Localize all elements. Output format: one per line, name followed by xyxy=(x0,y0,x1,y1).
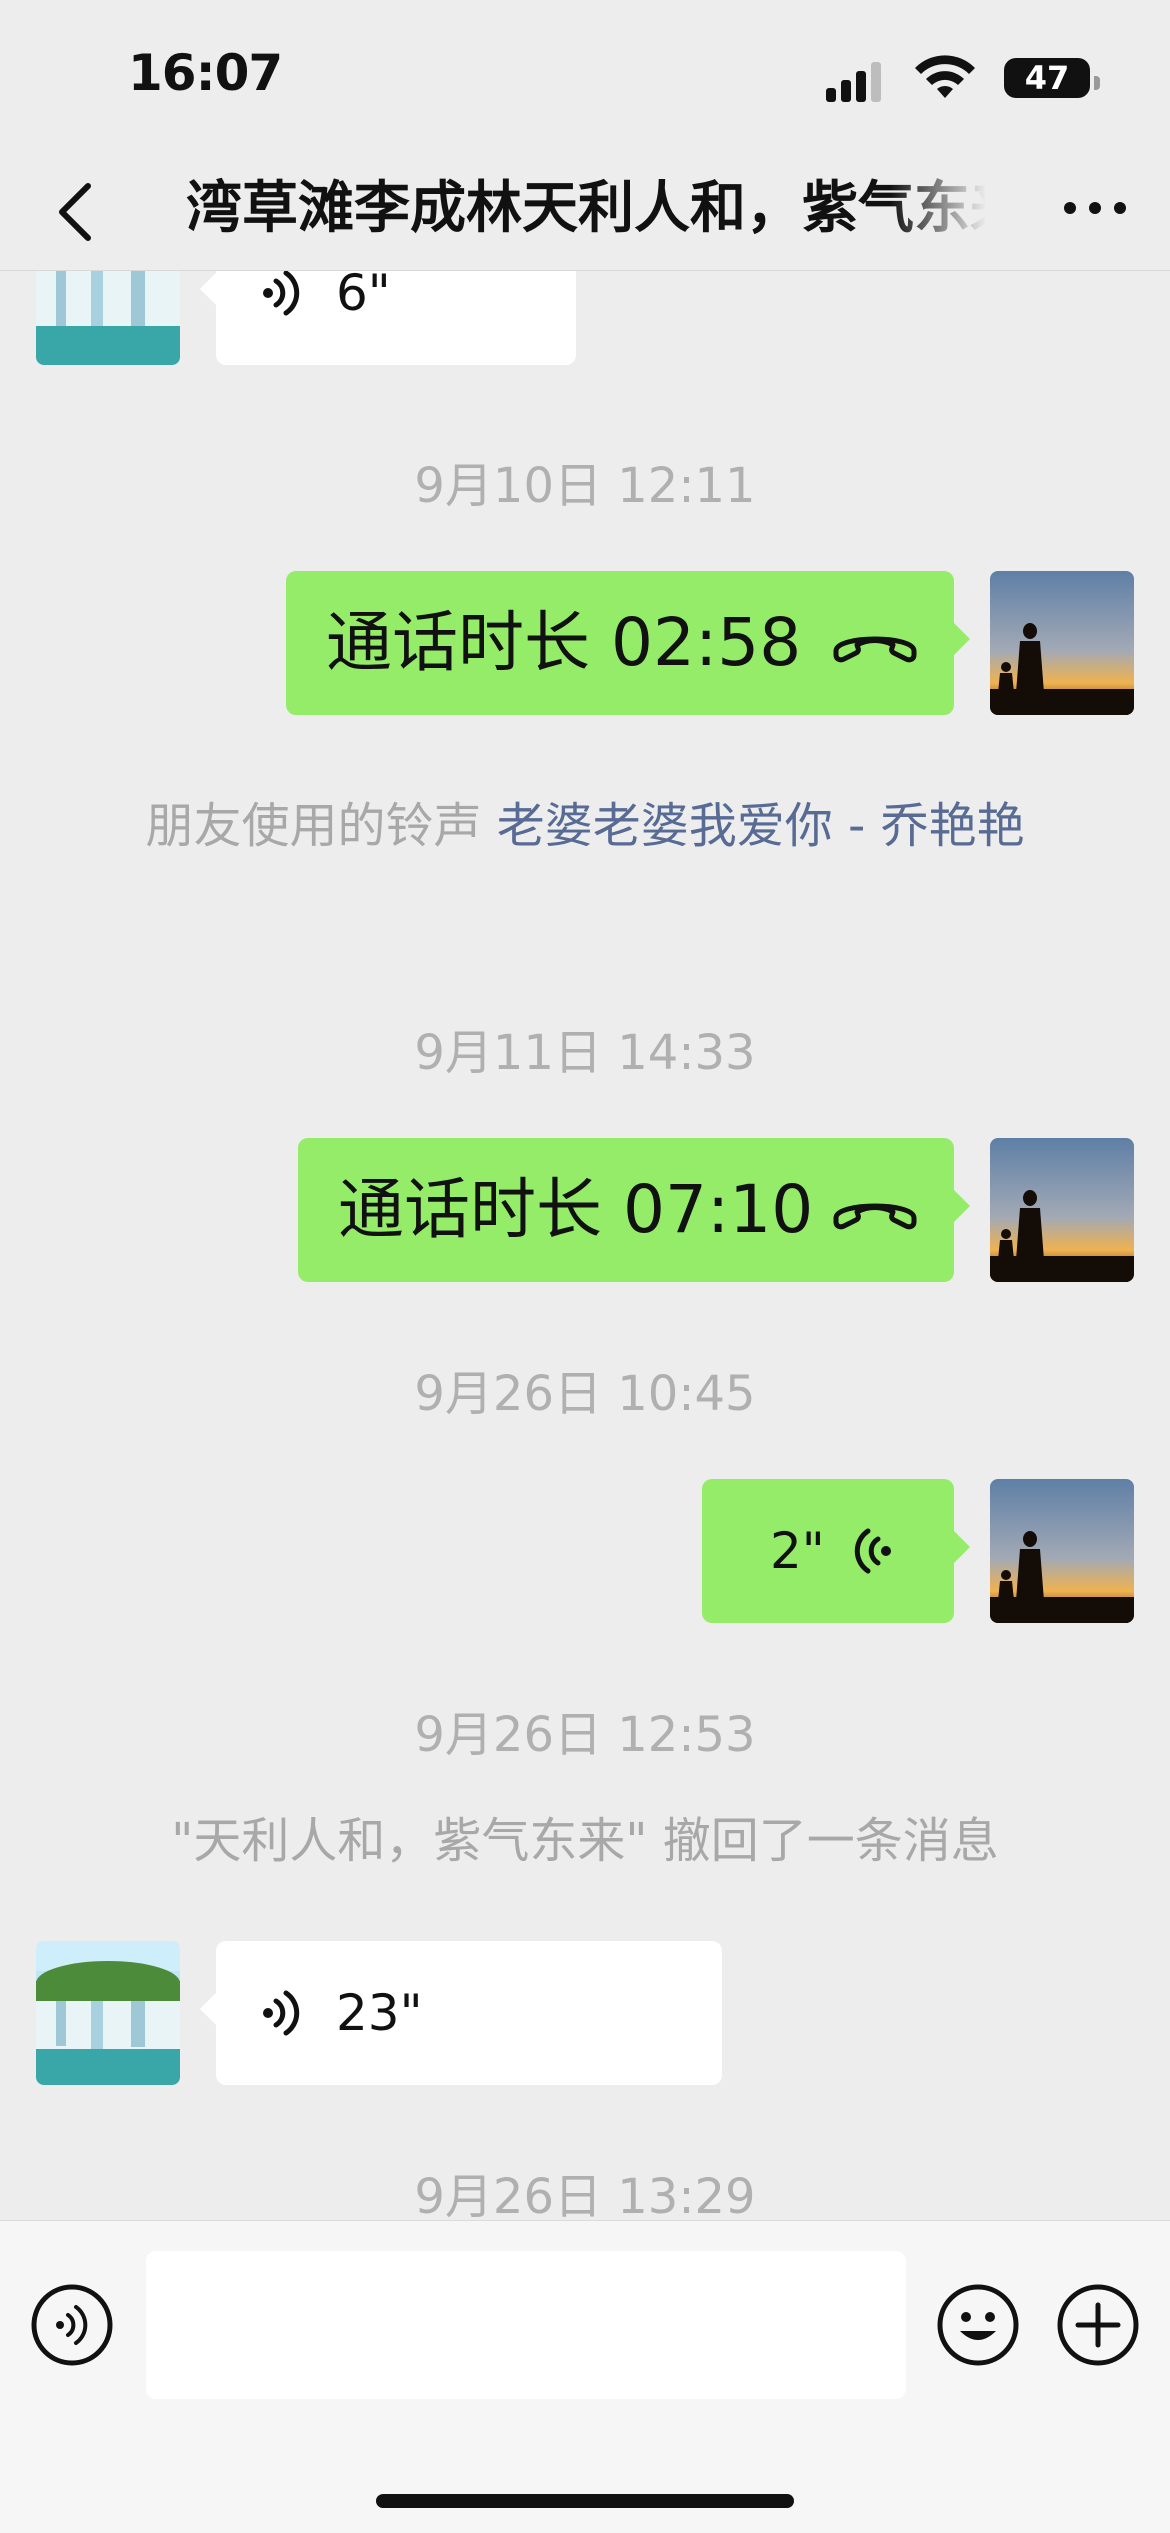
voice-icon xyxy=(263,1990,300,2036)
phone-hangup-icon xyxy=(833,1203,917,1230)
bubble-tail xyxy=(200,271,218,307)
voice-input-icon[interactable] xyxy=(30,2283,114,2367)
message-timestamp: 9月26日 13:29 xyxy=(414,2169,756,2220)
chat-title: 湾草滩李成林天利人和，紫气东来 xyxy=(186,176,986,241)
contact-avatar[interactable] xyxy=(36,271,180,365)
voice-icon xyxy=(263,271,300,316)
sent-call-record[interactable]: 通话时长 02:58 xyxy=(286,571,970,715)
status-time: 16:07 xyxy=(128,44,283,102)
sent-call-record[interactable]: 通话时长 07:10 xyxy=(298,1138,970,1282)
bubble-tail xyxy=(952,1188,970,1224)
message-timestamp: 9月10日 12:11 xyxy=(414,458,756,514)
more-icon[interactable] xyxy=(1050,178,1140,238)
back-icon[interactable] xyxy=(40,170,120,250)
ringtone-link[interactable]: 老婆老婆我爱你 - 乔艳艳 xyxy=(497,798,1025,854)
call-duration-text: 通话时长 02:58 xyxy=(326,604,802,681)
notice-prefix: 朋友使用的铃声 xyxy=(145,798,497,854)
battery-cap xyxy=(1094,76,1100,90)
bubble-tail xyxy=(952,621,970,657)
received-voice-message[interactable]: 23" xyxy=(200,1941,722,2085)
self-avatar[interactable] xyxy=(990,1479,1134,1623)
home-indicator[interactable] xyxy=(376,2494,794,2508)
bubble-tail xyxy=(952,1529,970,1565)
nav-bar: 湾草滩李成林天利人和，紫气东来 xyxy=(0,150,1170,271)
self-avatar[interactable] xyxy=(990,571,1134,715)
recall-notice: "天利人和，紫气东来" 撤回了一条消息 xyxy=(171,1813,999,1869)
voice-duration: 6" xyxy=(336,271,391,322)
sent-voice-message[interactable]: 2" xyxy=(702,1479,970,1623)
voice-icon xyxy=(854,1528,891,1574)
message-timestamp: 9月11日 14:33 xyxy=(414,1025,756,1081)
message-timestamp: 9月26日 12:53 xyxy=(414,1707,756,1763)
contact-avatar[interactable] xyxy=(36,1941,180,2085)
emoji-icon[interactable] xyxy=(936,2283,1020,2367)
wifi-icon xyxy=(915,55,975,98)
ringtone-notice: 朋友使用的铃声 老婆老婆我爱你 - 乔艳艳 xyxy=(130,796,1040,856)
chat-area[interactable]: 6" 9月10日 12:11 通话时长 02:58 朋友使用的铃声 老婆老婆我爱… xyxy=(0,271,1170,2220)
status-bar: 16:07 47 xyxy=(0,0,1170,150)
self-avatar[interactable] xyxy=(990,1138,1134,1282)
cellular-signal-icon xyxy=(826,60,882,102)
battery-level: 47 xyxy=(1024,59,1070,97)
add-icon[interactable] xyxy=(1056,2283,1140,2367)
message-timestamp: 9月26日 10:45 xyxy=(414,1366,756,1422)
received-voice-message[interactable]: 6" xyxy=(200,271,576,365)
input-bar xyxy=(0,2220,1170,2533)
bubble-tail xyxy=(200,1991,218,2027)
message-input[interactable] xyxy=(146,2251,906,2399)
call-duration-text: 通话时长 07:10 xyxy=(338,1171,814,1248)
voice-duration: 23" xyxy=(336,1984,423,2042)
phone-hangup-icon xyxy=(833,636,917,663)
voice-duration: 2" xyxy=(770,1522,825,1580)
battery-indicator: 47 xyxy=(1004,58,1100,98)
